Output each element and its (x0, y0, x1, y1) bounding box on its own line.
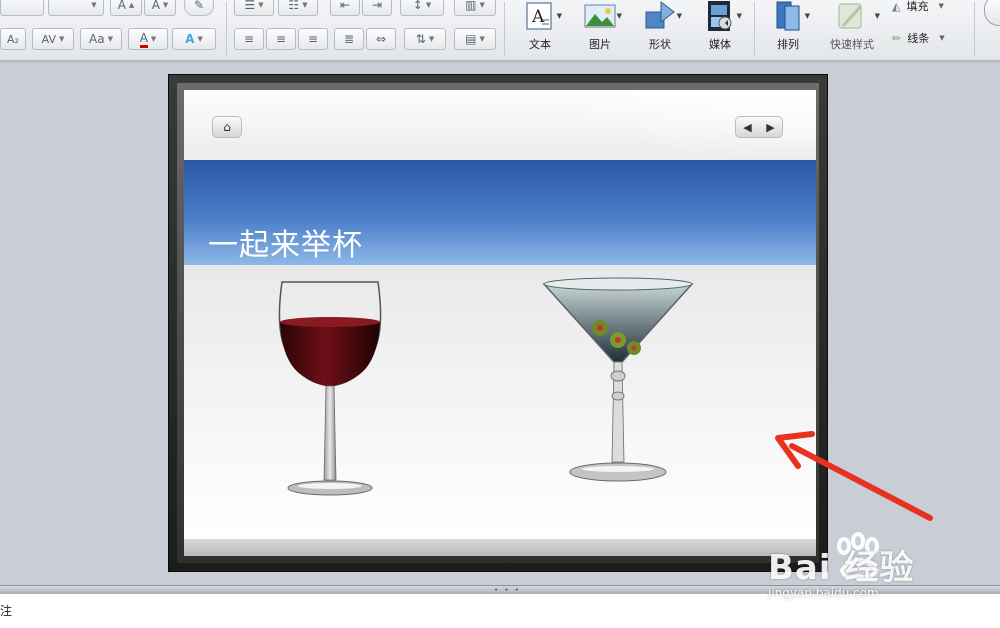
fill-button[interactable]: ◭ 填充 ▼ (892, 0, 944, 14)
next-slide-button[interactable]: ▶ (759, 117, 782, 137)
text-effects-button[interactable]: A ▼ (172, 28, 216, 50)
fill-label: 填充 (906, 0, 929, 13)
text-direction-button[interactable]: ⇅ ▼ (404, 28, 446, 50)
watermark-url: jingyan.baidu.com (768, 586, 879, 600)
character-spacing-button[interactable]: AV ▼ (32, 28, 74, 50)
line-button[interactable]: ✏ 线条 ▼ (892, 30, 945, 46)
arrange-icon (771, 0, 805, 32)
martini-glass-image[interactable] (538, 276, 698, 496)
home-icon: ⌂ (223, 120, 231, 134)
line-pen-icon: ✏ (892, 31, 902, 45)
notes-label: 注 (0, 604, 13, 618)
text-box-icon: A (523, 0, 557, 32)
slide-header-bar (184, 90, 816, 160)
line-spacing-button[interactable]: ↕ ▼ (400, 0, 444, 16)
columns-button[interactable]: ▥ ▼ (454, 0, 496, 16)
quick-styles-label: 快速样式 (830, 38, 874, 51)
arrange-button[interactable]: ▼ 排列 (760, 0, 816, 58)
slide-nav-buttons: ◀ ▶ (735, 116, 783, 138)
grow-font-button[interactable]: A ▲ (110, 0, 142, 16)
subscript-button[interactable]: A₂ (0, 28, 26, 50)
text-box-label: 文本 (529, 38, 551, 51)
slide-canvas[interactable]: ⌂ ◀ ▶ 一起来举杯 (184, 90, 816, 556)
slide-footer-bar (184, 539, 816, 556)
quick-styles-button[interactable]: ▼ 快速样式 (822, 0, 882, 58)
align-text-button[interactable]: ▤ ▼ (454, 28, 496, 50)
media-film-icon (703, 0, 737, 32)
ribbon-shadow (0, 60, 1000, 64)
clear-format-button[interactable]: ✎ (184, 0, 214, 16)
arrange-label: 排列 (777, 38, 799, 51)
font-color-button[interactable]: A ▼ (128, 28, 168, 50)
justify-button[interactable]: ≣ (334, 28, 364, 50)
font-name-dropdown[interactable] (0, 0, 44, 16)
previous-slide-button[interactable]: ◀ (736, 117, 759, 137)
picture-label: 图片 (589, 38, 611, 51)
baidu-jingyan-watermark: Bai 经验 jingyan.baidu.com (768, 532, 988, 608)
watermark-brand: Bai 经验 (768, 548, 915, 588)
home-button[interactable]: ⌂ (212, 116, 242, 138)
quick-styles-icon (835, 0, 869, 32)
red-wine-glass-image[interactable] (270, 274, 390, 502)
change-case-button[interactable]: Aa ▼ (80, 28, 122, 50)
align-center-button[interactable]: ≡ (266, 28, 296, 50)
media-label: 媒体 (709, 38, 731, 51)
ribbon-toolbar: ▼ A ▲ A ▼ ✎ ☰ ▼ ☷ ▼ ⇤ ⇥ ↕ ▼ ▥ ▼ A₂ AV ▼ Aa ▼ A ▼ … (0, 0, 1000, 61)
distribute-button[interactable]: ⇔ (366, 28, 396, 50)
slide-title[interactable]: 一起来举杯 (208, 220, 363, 264)
align-left-button[interactable]: ≡ (234, 28, 264, 50)
shape-label: 形状 (649, 38, 671, 51)
shapes-icon (643, 0, 677, 32)
shrink-font-button[interactable]: A ▼ (144, 0, 176, 16)
align-right-button[interactable]: ≡ (298, 28, 328, 50)
shape-button[interactable]: ▼ 形状 (632, 0, 688, 58)
increase-indent-button[interactable]: ⇥ (362, 0, 392, 16)
font-size-dropdown[interactable]: ▼ (48, 0, 104, 16)
line-label: 线条 (907, 32, 930, 45)
media-button[interactable]: ▼ 媒体 (692, 0, 748, 58)
picture-button[interactable]: ▼ 图片 (572, 0, 628, 58)
more-button[interactable] (984, 0, 1000, 26)
decrease-indent-button[interactable]: ⇤ (330, 0, 360, 16)
bullets-button[interactable]: ☰ ▼ (234, 0, 274, 16)
fill-bucket-icon: ◭ (892, 0, 901, 13)
numbering-button[interactable]: ☷ ▼ (278, 0, 318, 16)
divider-grip[interactable]: • • • (494, 586, 521, 594)
text-box-button[interactable]: A ▼ 文本 (512, 0, 568, 58)
picture-icon (583, 0, 617, 32)
